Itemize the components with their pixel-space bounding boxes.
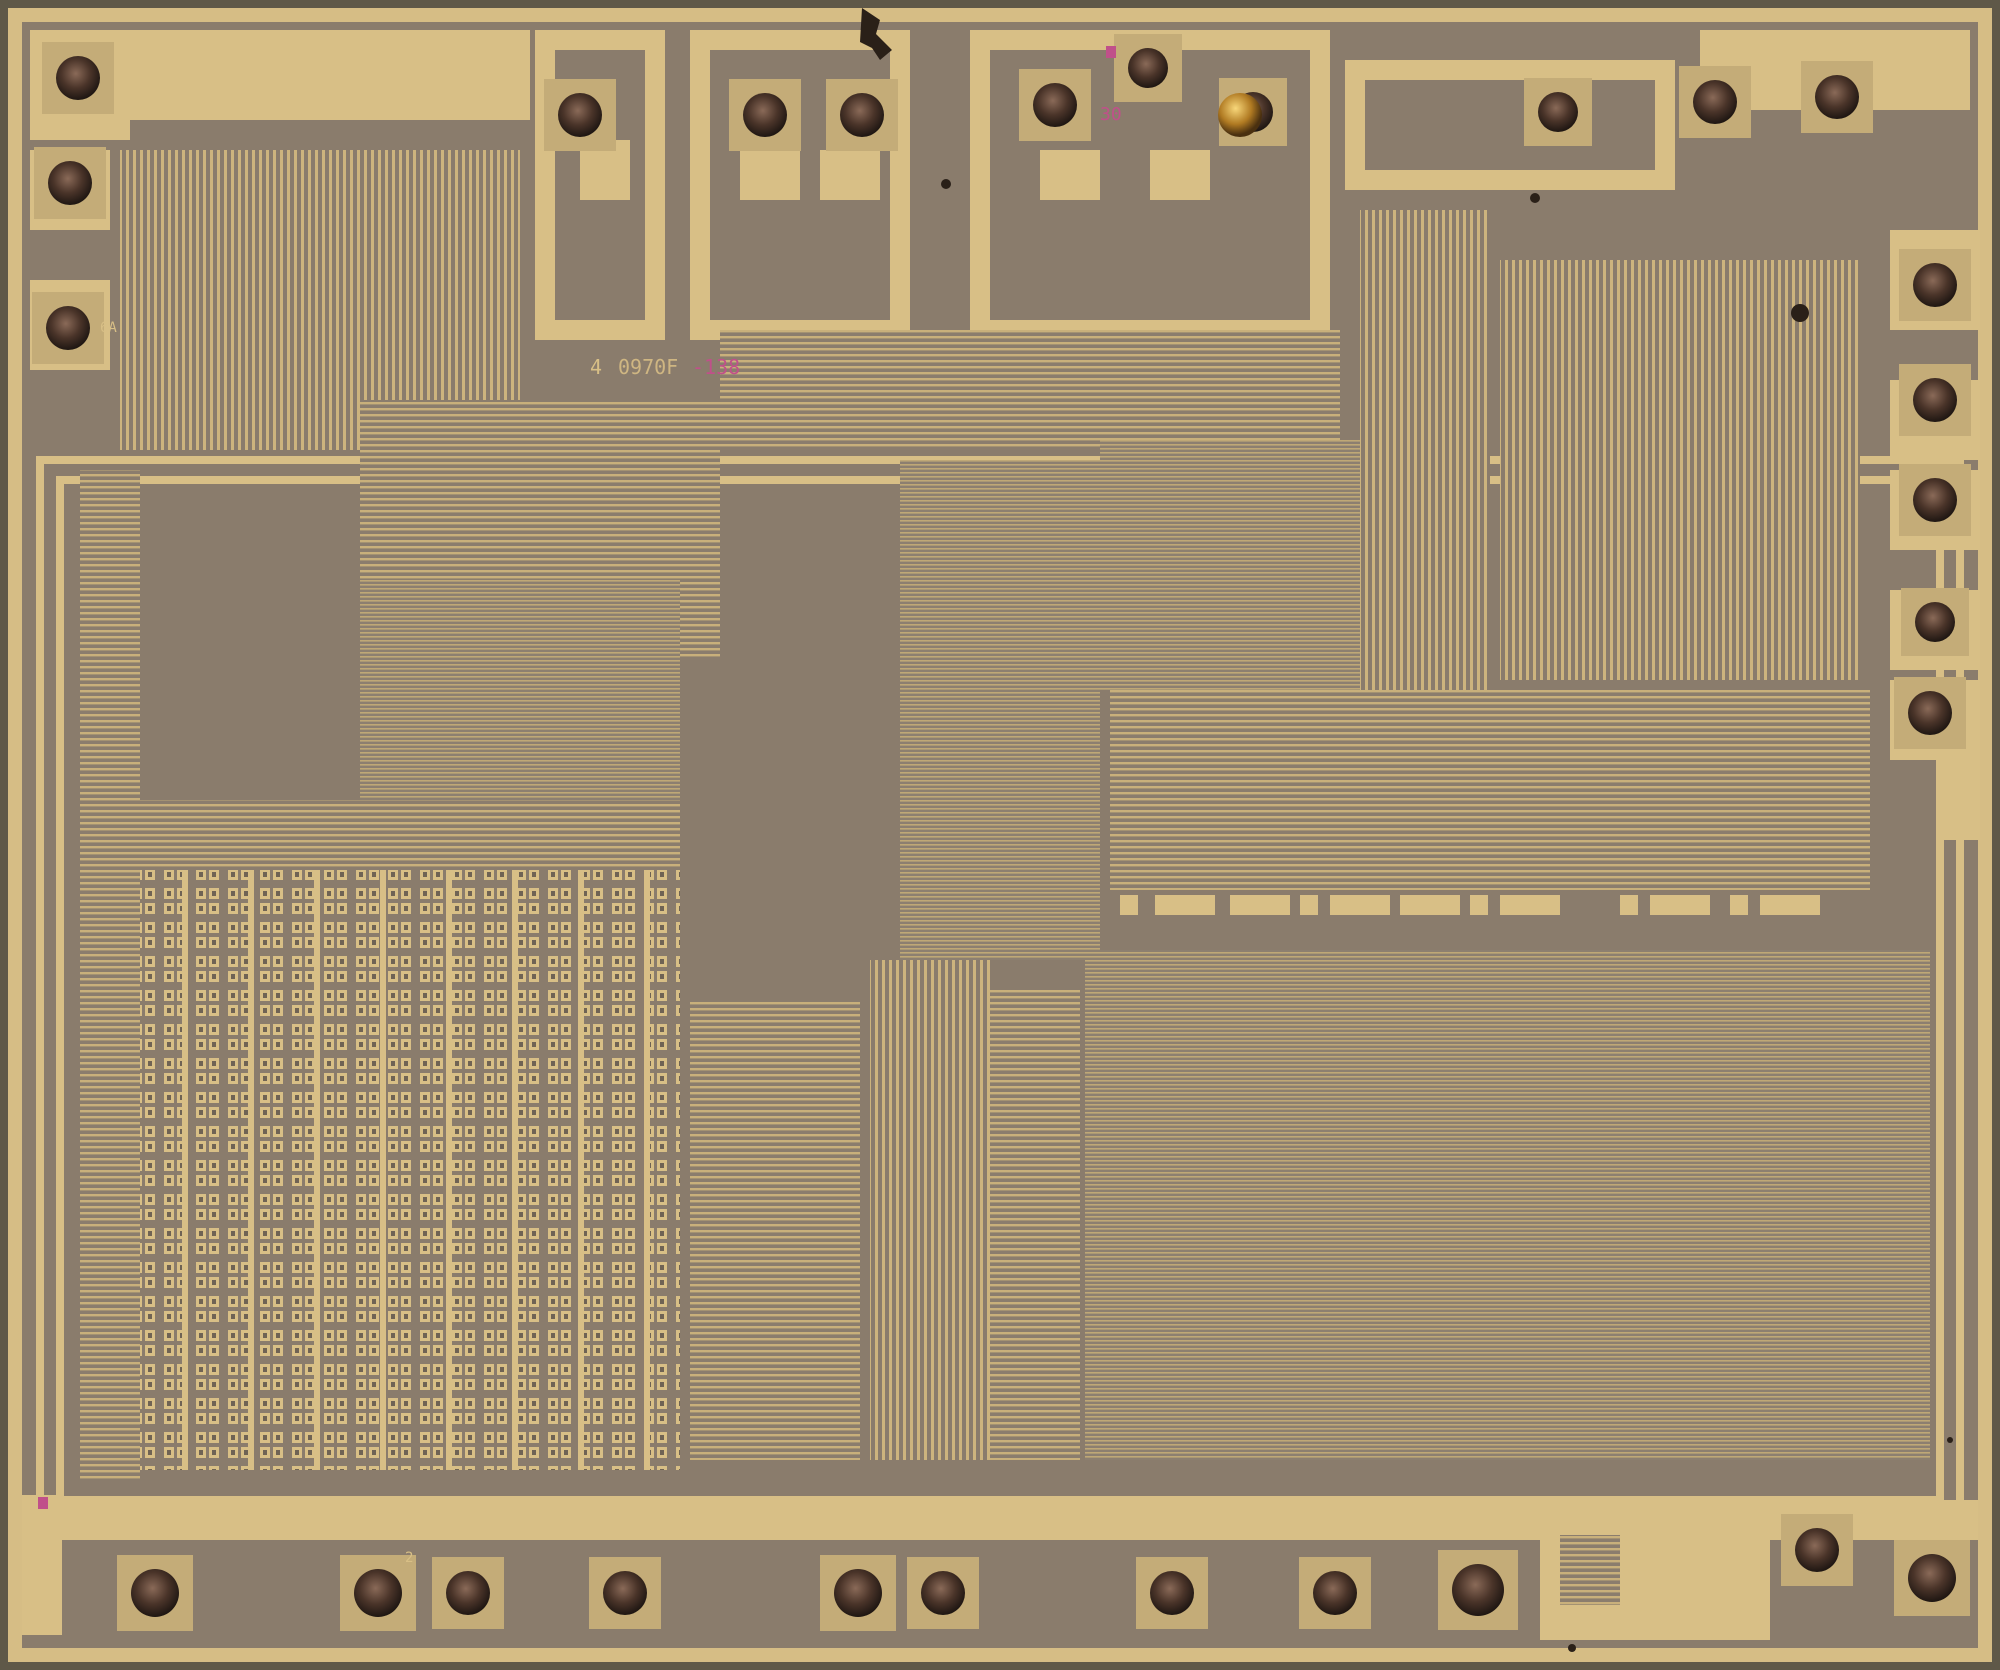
bond-ball <box>46 306 90 350</box>
bond-ball <box>354 1569 402 1617</box>
bond-ball <box>1452 1564 1504 1616</box>
bond-ball <box>1150 1571 1194 1615</box>
pad-label-top: 30 <box>1100 104 1122 125</box>
pad-label-left: 6A <box>100 320 117 336</box>
array-drivers <box>360 580 680 800</box>
rom-header-strip <box>1110 890 1870 920</box>
center-random-logic <box>900 460 1100 960</box>
die-id-text: 0970F <box>618 355 678 379</box>
rom-array <box>1085 950 1930 1460</box>
bond-ball <box>1913 378 1957 422</box>
center-bank-a <box>690 1000 860 1460</box>
bond-ball <box>1795 1528 1839 1572</box>
bond-ball <box>921 1571 965 1615</box>
bond-ball <box>1033 83 1077 127</box>
mid-right-bus <box>1110 690 1870 890</box>
die-id-suffix: -138 <box>692 355 740 379</box>
bond-ball <box>1693 80 1737 124</box>
bond-ball <box>558 93 602 137</box>
memory-cell-array <box>140 870 680 1470</box>
bond-ball <box>1128 48 1168 88</box>
array-decoder <box>140 800 680 870</box>
center-logic <box>1100 440 1360 690</box>
bond-ball <box>48 161 92 205</box>
center-bank-c <box>990 990 1080 1460</box>
chip-die-image: 4 0970F -138 30 6A 2 <box>0 0 2000 1670</box>
bond-ball <box>1913 263 1957 307</box>
bond-ball <box>1915 602 1955 642</box>
bond-ball <box>1313 1571 1357 1615</box>
right-logic-block <box>1500 260 1860 680</box>
bond-ball <box>1908 1554 1956 1602</box>
die-id-prefix: 4 <box>590 355 602 379</box>
bond-ball <box>603 1571 647 1615</box>
center-bank-b <box>870 960 990 1460</box>
bond-ball <box>446 1571 490 1615</box>
bond-ball <box>834 1569 882 1617</box>
gold-bond-ball <box>1218 93 1262 137</box>
die-photo: 4 0970F -138 30 6A 2 <box>0 0 2000 1670</box>
pad-label-bottom: 2 <box>405 1550 413 1566</box>
bond-ball <box>1908 691 1952 735</box>
left-rail-bundle <box>80 470 140 1480</box>
bond-ball <box>1913 478 1957 522</box>
bond-ball <box>743 93 787 137</box>
top-bus <box>720 330 1340 450</box>
vertical-bus-a <box>1360 210 1490 690</box>
bottom-pad-ring <box>22 1500 1978 1645</box>
bond-ball <box>840 93 884 137</box>
bond-ball <box>1815 75 1859 119</box>
bond-ball <box>56 56 100 100</box>
bond-ball <box>131 1569 179 1617</box>
bond-ball <box>1538 92 1578 132</box>
